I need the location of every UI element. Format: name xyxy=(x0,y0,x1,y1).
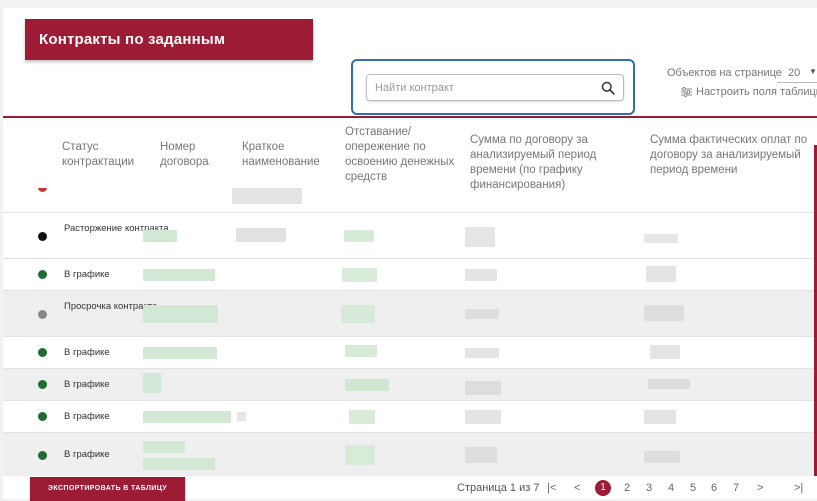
redacted-cell xyxy=(646,266,676,282)
chevron-down-icon: ▼ xyxy=(809,67,817,76)
per-page-label: Объектов на странице xyxy=(667,67,782,79)
table-row[interactable]: В графике xyxy=(3,336,814,369)
header-contract-number[interactable]: Номер договора xyxy=(160,140,220,170)
settings-sliders-icon xyxy=(681,87,692,97)
configure-fields-label: Настроить поля таблицы xyxy=(696,86,817,98)
status-dot xyxy=(38,188,47,192)
redacted-cell xyxy=(143,373,161,393)
table-row[interactable]: Просрочка контракта xyxy=(3,290,814,337)
page-5-button[interactable]: 5 xyxy=(690,482,696,494)
redacted-cell xyxy=(143,347,217,359)
redacted-cell xyxy=(345,379,389,391)
per-page-value: 20 xyxy=(788,67,801,79)
status-label: В графике xyxy=(64,347,110,358)
redacted-cell xyxy=(465,269,497,281)
redacted-cell xyxy=(143,441,185,453)
redacted-cell xyxy=(344,230,374,242)
header-lag-advance[interactable]: Отставание/ опережение по освоению денеж… xyxy=(345,125,455,185)
redacted-cell xyxy=(236,228,286,242)
page-2-button[interactable]: 2 xyxy=(624,482,630,494)
redacted-cell xyxy=(143,230,177,242)
export-to-table-button[interactable]: ЭКСПОРТИРОВАТЬ В ТАБЛИЦУ xyxy=(30,477,185,501)
page-info: Страница 1 из 7 xyxy=(457,482,540,494)
header-actual-payments[interactable]: Сумма фактических оплат по договору за а… xyxy=(650,133,810,178)
status-dot xyxy=(38,348,47,357)
page-6-button[interactable]: 6 xyxy=(711,482,717,494)
status-label: В графике xyxy=(64,379,110,390)
page-4-button[interactable]: 4 xyxy=(668,482,674,494)
status-dot xyxy=(38,310,47,319)
redacted-cell xyxy=(143,458,215,470)
redacted-cell xyxy=(648,379,690,389)
search-icon[interactable] xyxy=(601,81,615,95)
redacted-cell xyxy=(143,411,231,423)
redacted-cell xyxy=(644,305,684,321)
header-status[interactable]: Статус контрактации xyxy=(62,140,142,170)
redacted-cell xyxy=(465,410,501,424)
redacted-cell xyxy=(465,227,495,247)
status-label: В графике xyxy=(64,269,110,280)
redacted-cell xyxy=(465,447,497,463)
redacted-cell xyxy=(345,445,375,465)
redacted-cell xyxy=(644,234,678,243)
redacted-cell xyxy=(232,188,302,204)
table-row[interactable]: В графике xyxy=(3,432,814,477)
prev-page-button[interactable]: < xyxy=(574,482,580,494)
configure-fields-link[interactable]: Настроить поля таблицы xyxy=(681,86,817,98)
redacted-cell xyxy=(349,410,375,424)
redacted-cell xyxy=(345,345,377,357)
redacted-cell xyxy=(342,268,377,282)
table-row[interactable]: В графике xyxy=(3,258,814,291)
status-dot xyxy=(38,380,47,389)
table-row[interactable]: В графике xyxy=(3,400,814,433)
table-row[interactable]: В графике xyxy=(3,368,814,401)
search-box[interactable] xyxy=(366,74,624,101)
table-row-partial[interactable] xyxy=(3,188,814,212)
redacted-cell xyxy=(644,451,680,463)
status-dot xyxy=(38,412,47,421)
search-input[interactable] xyxy=(367,75,595,100)
page-3-button[interactable]: 3 xyxy=(646,482,652,494)
header-scheduled-sum[interactable]: Сумма по договору за анализируемый перио… xyxy=(470,133,642,193)
status-label: В графике xyxy=(64,449,110,460)
status-dot xyxy=(38,232,47,241)
table-row[interactable]: Расторжение контракта xyxy=(3,212,814,259)
per-page-select[interactable]: 20 ▼ xyxy=(777,64,817,83)
page-1-button[interactable]: 1 xyxy=(595,480,611,496)
redacted-cell xyxy=(237,412,246,421)
redacted-cell xyxy=(650,345,680,359)
status-dot xyxy=(38,270,47,279)
status-label: В графике xyxy=(64,411,110,422)
redacted-cell xyxy=(644,410,676,424)
redacted-cell xyxy=(341,305,375,323)
table-top-rule xyxy=(3,116,817,118)
panel-title: Контракты по заданным параметрам xyxy=(25,19,313,89)
next-page-button[interactable]: > xyxy=(757,482,763,494)
redacted-cell xyxy=(465,348,499,358)
status-dot xyxy=(38,451,47,460)
first-page-button[interactable]: |< xyxy=(547,482,556,494)
header-short-name[interactable]: Краткое наименование xyxy=(242,140,322,170)
redacted-cell xyxy=(465,381,501,395)
last-page-button[interactable]: >| xyxy=(794,482,803,494)
redacted-cell xyxy=(465,309,499,319)
redacted-cell xyxy=(143,305,218,323)
page-7-button[interactable]: 7 xyxy=(733,482,739,494)
redacted-cell xyxy=(143,269,215,281)
